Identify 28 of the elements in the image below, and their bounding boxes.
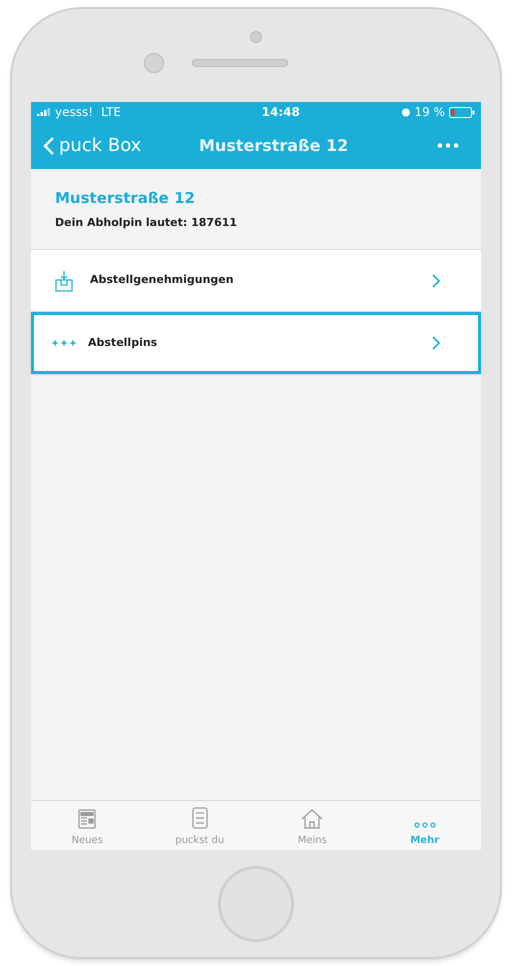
chevron-right-icon	[432, 336, 440, 350]
tab-item[interactable]: Neues	[31, 801, 144, 850]
battery-icon	[449, 106, 475, 118]
camera-lens	[144, 53, 164, 73]
newspaper-icon	[78, 809, 96, 829]
chevron-left-icon	[43, 136, 55, 156]
battery-percent: 19 %	[414, 104, 445, 121]
back-button[interactable]: puck Box	[43, 132, 142, 159]
nav-title: Musterstraße 12	[199, 134, 348, 156]
chevron-right-icon	[432, 274, 440, 288]
more-icon	[437, 143, 459, 148]
box-download-icon	[55, 270, 73, 292]
carrier-name: yesss!	[55, 104, 94, 121]
signal-icon	[37, 108, 51, 116]
menu-row[interactable]: Abstellpins	[31, 312, 481, 374]
home-icon	[301, 809, 324, 829]
more-icon	[414, 822, 436, 828]
network-type: LTE	[101, 104, 122, 121]
asterisks-icon	[51, 339, 77, 347]
tab-item[interactable]: Mehr	[368, 801, 481, 850]
menu-row[interactable]: Abstellgenehmigungen	[31, 250, 481, 312]
address-heading: Musterstraße 12	[55, 188, 196, 208]
drawers-icon	[192, 807, 208, 829]
clock-time: 14:48	[262, 104, 300, 121]
tab-item[interactable]: Meins	[256, 801, 368, 850]
tab-item[interactable]: puckst du	[144, 801, 256, 850]
more-button[interactable]	[437, 143, 459, 148]
pickup-pin-text: Dein Abholpin lautet: 187611	[55, 215, 238, 231]
